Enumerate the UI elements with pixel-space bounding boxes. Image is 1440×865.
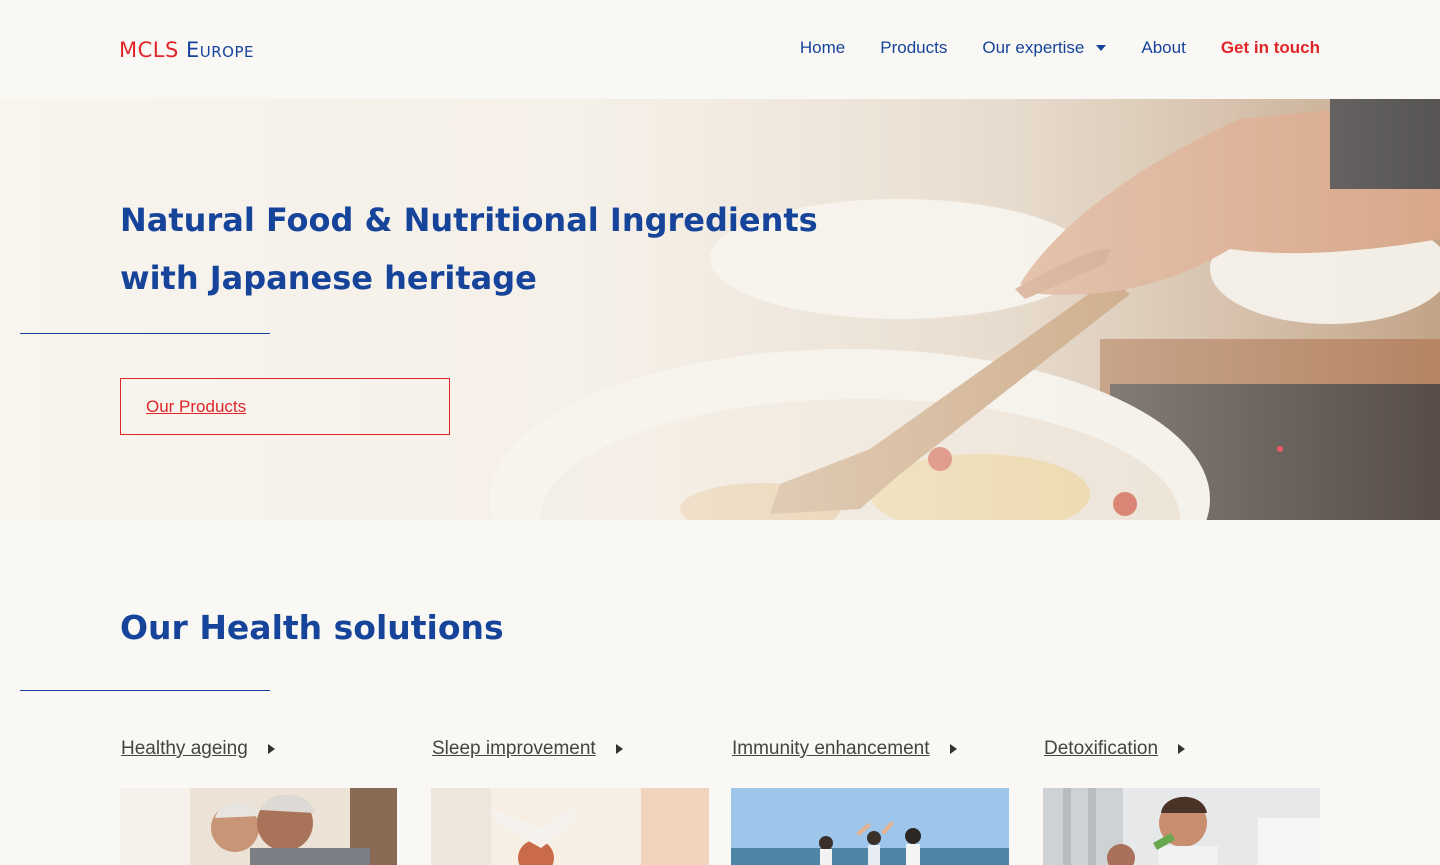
solution-detoxification[interactable]: Detoxification bbox=[1044, 738, 1186, 760]
chevron-down-icon bbox=[1096, 45, 1107, 51]
health-solutions-title: Our Health solutions bbox=[120, 608, 504, 647]
solution-label: Detoxification bbox=[1044, 738, 1159, 759]
healthy-ageing-image[interactable] bbox=[120, 788, 397, 865]
nav-expertise[interactable]: Our expertise bbox=[982, 38, 1107, 58]
hero-subtitle: with Japanese heritage bbox=[120, 259, 537, 297]
health-title-prefix: Our bbox=[120, 608, 200, 647]
site-header: MCLS Europe Home Products Our expertise … bbox=[0, 0, 1440, 99]
nav-home[interactable]: Home bbox=[800, 38, 845, 58]
hero-title-prefix: Natural bbox=[120, 201, 266, 239]
main-nav: Home Products Our expertise About Get in… bbox=[800, 38, 1320, 58]
hero-divider bbox=[20, 333, 270, 334]
solution-healthy-ageing[interactable]: Healthy ageing bbox=[121, 738, 275, 760]
hero-banner: Natural Food & Nutritional Ingredients w… bbox=[0, 99, 1440, 520]
solution-sleep-improvement[interactable]: Sleep improvement bbox=[432, 738, 623, 760]
solution-label: Sleep improvement bbox=[432, 738, 596, 759]
solution-label: Healthy ageing bbox=[121, 738, 248, 759]
detoxification-image[interactable] bbox=[1043, 788, 1320, 865]
section-divider bbox=[20, 690, 270, 691]
hero-title: Natural Food & Nutritional Ingredients w… bbox=[120, 191, 818, 307]
play-arrow-icon bbox=[267, 744, 275, 754]
nav-products[interactable]: Products bbox=[880, 38, 947, 58]
health-title-strong: Health solutions bbox=[199, 608, 504, 647]
immunity-enhancement-image[interactable] bbox=[731, 788, 1009, 865]
solution-label: Immunity enhancement bbox=[732, 738, 930, 759]
play-arrow-icon bbox=[615, 744, 623, 754]
play-arrow-icon bbox=[1178, 744, 1186, 754]
hero-overlay bbox=[0, 99, 1440, 520]
our-products-button[interactable]: Our Products bbox=[120, 378, 450, 435]
sleep-improvement-image[interactable] bbox=[431, 788, 709, 865]
play-arrow-icon bbox=[949, 744, 957, 754]
logo-secondary: Europe bbox=[186, 38, 254, 62]
nav-expertise-label: Our expertise bbox=[982, 38, 1085, 57]
nav-get-in-touch[interactable]: Get in touch bbox=[1221, 38, 1320, 58]
site-logo[interactable]: MCLS Europe bbox=[119, 38, 254, 62]
logo-primary: MCLS bbox=[119, 38, 179, 62]
nav-about[interactable]: About bbox=[1141, 38, 1185, 58]
solution-immunity-enhancement[interactable]: Immunity enhancement bbox=[732, 738, 957, 760]
hero-title-strong: Food & Nutritional Ingredients bbox=[265, 201, 818, 239]
